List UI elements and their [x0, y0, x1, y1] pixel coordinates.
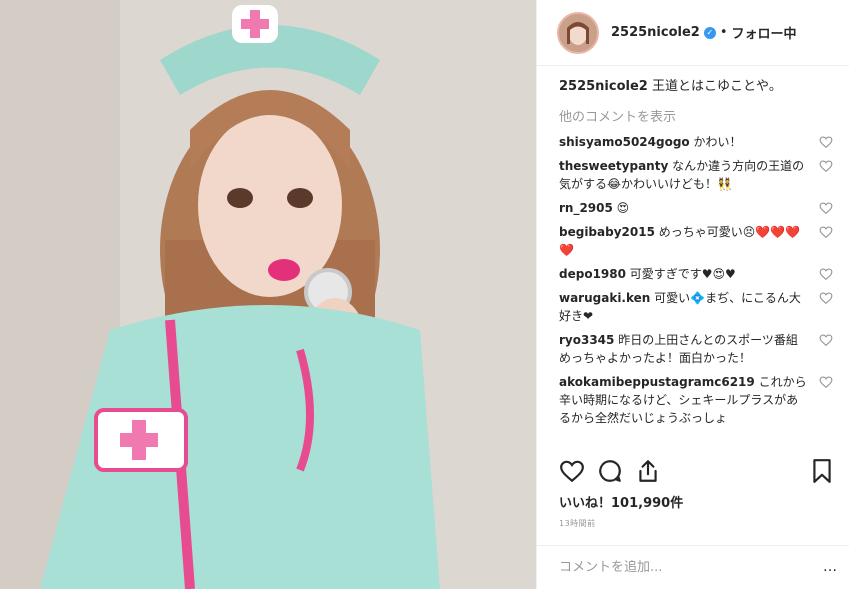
- post-header: 2525nicole2 ✓ • フォロー中: [537, 0, 849, 66]
- comment-like-heart-icon[interactable]: [819, 135, 833, 149]
- header-separator: •: [719, 25, 728, 40]
- add-comment-input[interactable]: [559, 560, 799, 575]
- comment-text: 😍: [612, 201, 630, 215]
- post-timestamp[interactable]: 13時間前: [559, 518, 596, 529]
- comment-item: depo1980 可愛すぎです♥😍♥: [559, 265, 835, 283]
- post-actions-bar: [559, 458, 835, 486]
- comment-item: begibaby2015 めっちゃ可愛い😣❤️❤️❤️❤️: [559, 223, 835, 259]
- comment-username[interactable]: warugaki.ken: [559, 291, 650, 305]
- comment-like-heart-icon[interactable]: [819, 291, 833, 305]
- comment-list: 2525nicole2 王道とはこゆことや。 他のコメントを表示 shisyam…: [559, 78, 835, 450]
- comment-item: ryo3345 昨日の上田さんとのスポーツ番組めっちゃよかったよ！面白かった！: [559, 331, 835, 367]
- comment-text: 可愛すぎです♥😍♥: [625, 267, 736, 281]
- follow-status-button[interactable]: フォロー中: [732, 23, 797, 42]
- comment-like-heart-icon[interactable]: [819, 267, 833, 281]
- comment-like-heart-icon[interactable]: [819, 201, 833, 215]
- heart-icon[interactable]: [559, 458, 585, 484]
- caption-username[interactable]: 2525nicole2: [559, 79, 648, 94]
- more-options-icon[interactable]: …: [823, 559, 837, 575]
- avatar[interactable]: [557, 11, 599, 54]
- comment-item: thesweetypanty なんか違う方向の王道の気がする😂かわいいけども！👯: [559, 157, 835, 193]
- comment-item: akokamibeppustagramc6219 これから辛い時期になるけど、シ…: [559, 373, 835, 427]
- likes-count[interactable]: いいね！101,990件: [559, 492, 683, 511]
- comment-username[interactable]: rn_2905: [559, 201, 613, 215]
- comment-item: warugaki.ken 可愛い💠まぢ、にこるん大好き❤: [559, 289, 835, 325]
- view-more-comments-link[interactable]: 他のコメントを表示: [559, 106, 835, 125]
- comment-username[interactable]: depo1980: [559, 267, 626, 281]
- comment-username[interactable]: akokamibeppustagramc6219: [559, 375, 755, 389]
- comment-username[interactable]: shisyamo5024gogo: [559, 135, 690, 149]
- post-photo: [0, 0, 536, 589]
- comment-username[interactable]: begibaby2015: [559, 225, 655, 239]
- comment-icon[interactable]: [597, 458, 623, 484]
- comment-like-heart-icon[interactable]: [819, 333, 833, 347]
- add-comment-bar: …: [537, 545, 849, 589]
- comment-item: shisyamo5024gogo かわい！: [559, 133, 835, 151]
- username[interactable]: 2525nicole2: [611, 25, 700, 40]
- comment-like-heart-icon[interactable]: [819, 159, 833, 173]
- comment-like-heart-icon[interactable]: [819, 375, 833, 389]
- post-side-panel: 2525nicole2 ✓ • フォロー中 2525nicole2 王道とはこゆ…: [536, 0, 849, 589]
- caption-text: 王道とはこゆことや。: [647, 79, 782, 94]
- comment-text: かわい！: [689, 135, 742, 149]
- verified-badge-icon: ✓: [703, 26, 716, 39]
- comment-username[interactable]: thesweetypanty: [559, 159, 668, 173]
- share-icon[interactable]: [635, 458, 661, 484]
- comment-item: rn_2905 😍: [559, 199, 835, 217]
- comment-like-heart-icon[interactable]: [819, 225, 833, 239]
- post-caption: 2525nicole2 王道とはこゆことや。: [559, 78, 835, 96]
- bookmark-icon[interactable]: [809, 458, 835, 484]
- comment-username[interactable]: ryo3345: [559, 333, 614, 347]
